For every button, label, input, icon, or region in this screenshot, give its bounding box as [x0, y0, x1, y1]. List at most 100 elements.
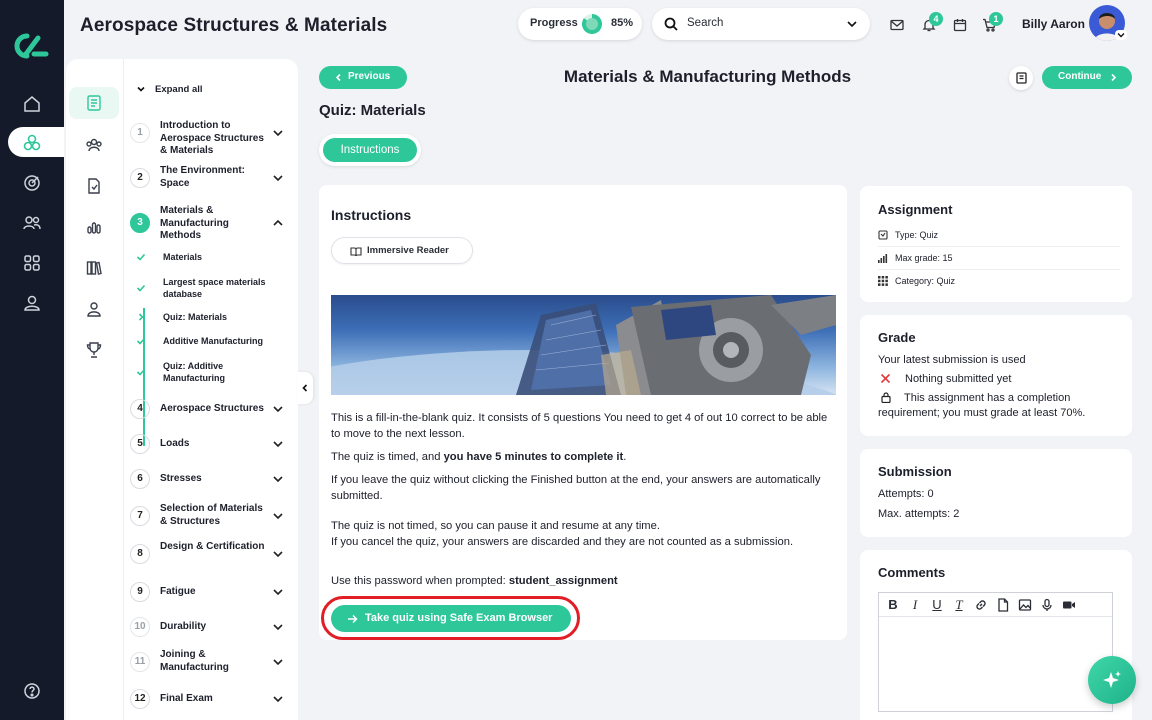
- search-input[interactable]: Search: [687, 17, 723, 29]
- quiz-type-icon: [878, 230, 888, 240]
- image-icon[interactable]: [1017, 597, 1033, 613]
- grade-card: Grade Your latest submission is used Not…: [860, 315, 1132, 436]
- italic-icon[interactable]: I: [907, 597, 923, 613]
- chevron-down-icon[interactable]: [846, 18, 858, 30]
- arrow-right-icon: [347, 614, 358, 624]
- max-attempts: Max. attempts: 2: [878, 508, 960, 520]
- tab-instructions-label: Instructions: [323, 138, 417, 162]
- previous-button[interactable]: Previous: [319, 66, 407, 89]
- notebook-icon: [1016, 72, 1027, 84]
- library-icon[interactable]: [85, 259, 103, 277]
- search-box[interactable]: Search: [652, 8, 870, 40]
- paragraph-6: Use this password when prompted: student…: [331, 574, 836, 590]
- courses-icon[interactable]: [22, 133, 42, 153]
- section-label: Fatigue: [160, 586, 196, 597]
- calendar-icon[interactable]: [953, 18, 967, 32]
- section-7[interactable]: 7 Selection of Materials & Structures: [130, 503, 290, 530]
- video-icon[interactable]: [1061, 597, 1077, 613]
- subitems-progress-line: [143, 308, 145, 446]
- tab-instructions[interactable]: Instructions: [319, 134, 421, 166]
- signal-bars-icon: [878, 253, 888, 263]
- course-tools-column: [66, 59, 124, 720]
- editor-toolbar: B I U T: [879, 593, 1112, 617]
- lesson-item[interactable]: Quiz: Additive Manufacturing: [136, 361, 290, 385]
- book-icon[interactable]: [85, 94, 103, 112]
- lesson-item[interactable]: Additive Manufacturing: [136, 336, 290, 348]
- progress-label: Progress: [530, 17, 578, 29]
- ai-assistant-button[interactable]: [1088, 656, 1136, 704]
- person-icon[interactable]: [85, 300, 103, 318]
- chevron-down-icon[interactable]: [272, 438, 284, 450]
- assignment-title: Assignment: [878, 202, 953, 217]
- chevron-down-icon[interactable]: [272, 621, 284, 633]
- notebook-button[interactable]: [1009, 66, 1033, 90]
- chevron-down-icon[interactable]: [272, 510, 284, 522]
- section-3[interactable]: 3 Materials & Manufacturing Methods: [130, 205, 290, 249]
- home-icon[interactable]: [22, 94, 42, 114]
- chevron-up-icon[interactable]: [272, 217, 284, 229]
- previous-label: Previous: [348, 71, 391, 82]
- bold-icon[interactable]: B: [885, 597, 901, 613]
- section-1[interactable]: 1 Introduction to Aerospace Structures &…: [130, 120, 290, 159]
- section-number: 12: [130, 689, 150, 709]
- chevron-down-icon[interactable]: [272, 656, 284, 668]
- microphone-icon[interactable]: [1039, 597, 1055, 613]
- section-5[interactable]: 5 Loads: [130, 434, 290, 458]
- lesson-item[interactable]: Materials: [136, 252, 290, 264]
- section-label: Loads: [160, 438, 190, 449]
- section-4[interactable]: 4 Aerospace Structures: [130, 399, 290, 423]
- file-icon[interactable]: [995, 597, 1011, 613]
- course-outline-panel: Expand all 1 Introduction to Aerospace S…: [66, 59, 298, 720]
- chevron-down-icon[interactable]: [272, 172, 284, 184]
- section-number: 5: [130, 434, 150, 454]
- section-2[interactable]: 2 The Environment: Space: [130, 165, 290, 192]
- chevron-down-icon[interactable]: [272, 693, 284, 705]
- app-logo[interactable]: [12, 32, 52, 60]
- target-icon[interactable]: [22, 173, 42, 193]
- quiz-title: Quiz: Materials: [319, 102, 426, 119]
- comment-editor[interactable]: B I U T: [878, 592, 1113, 712]
- section-12[interactable]: 12 Final Exam: [130, 689, 290, 713]
- expand-all-button[interactable]: Expand all: [155, 84, 203, 95]
- lesson-label: Additive Manufacturing: [163, 336, 264, 346]
- section-8[interactable]: 8 Design & Certification: [130, 541, 290, 568]
- trophy-icon[interactable]: [85, 341, 103, 359]
- continue-button[interactable]: Continue: [1042, 66, 1132, 89]
- lesson-item[interactable]: Largest space materials database: [136, 277, 290, 301]
- section-label: Design & Certification: [160, 541, 265, 552]
- link-icon[interactable]: [973, 597, 989, 613]
- section-6[interactable]: 6 Stresses: [130, 469, 290, 493]
- section-label: Joining & Manufacturing: [160, 649, 229, 673]
- collapse-panel-button[interactable]: [297, 372, 313, 404]
- mail-icon[interactable]: [890, 18, 904, 32]
- chevron-down-icon[interactable]: [272, 586, 284, 598]
- help-icon[interactable]: [22, 681, 42, 701]
- bar-chart-icon[interactable]: [85, 218, 103, 236]
- lesson-item-current[interactable]: Quiz: Materials: [138, 312, 290, 324]
- password-value: student_assignment: [508, 575, 618, 587]
- section-11[interactable]: 11 Joining & Manufacturing: [130, 649, 290, 676]
- avatar-menu-chevron-icon[interactable]: [1115, 30, 1127, 40]
- document-icon[interactable]: [85, 177, 103, 195]
- underline-icon[interactable]: U: [929, 597, 945, 613]
- group-icon[interactable]: [85, 136, 103, 154]
- satellite-banner-image: [331, 295, 836, 395]
- grid-icon[interactable]: [22, 253, 42, 273]
- chevron-down-icon[interactable]: [272, 548, 284, 560]
- chevron-down-icon[interactable]: [272, 403, 284, 415]
- section-label: Introduction to Aerospace Structures & M…: [160, 120, 264, 156]
- expand-all-chevron-icon[interactable]: [136, 84, 146, 94]
- section-9[interactable]: 9 Fatigue: [130, 582, 290, 606]
- section-number: 9: [130, 582, 150, 602]
- chevron-down-icon[interactable]: [272, 473, 284, 485]
- check-icon: [136, 283, 146, 293]
- immersive-reader-button[interactable]: Immersive Reader: [331, 237, 473, 264]
- section-10[interactable]: 10 Durability: [130, 617, 290, 641]
- profile-icon[interactable]: [22, 293, 42, 313]
- paragraph-2-pre: The quiz is timed, and: [331, 451, 444, 463]
- take-quiz-button[interactable]: Take quiz using Safe Exam Browser: [331, 605, 571, 632]
- clear-format-icon[interactable]: T: [951, 597, 967, 613]
- users-icon[interactable]: [22, 213, 42, 233]
- chevron-down-icon[interactable]: [272, 127, 284, 139]
- progress-indicator[interactable]: Progress 85%: [518, 8, 642, 40]
